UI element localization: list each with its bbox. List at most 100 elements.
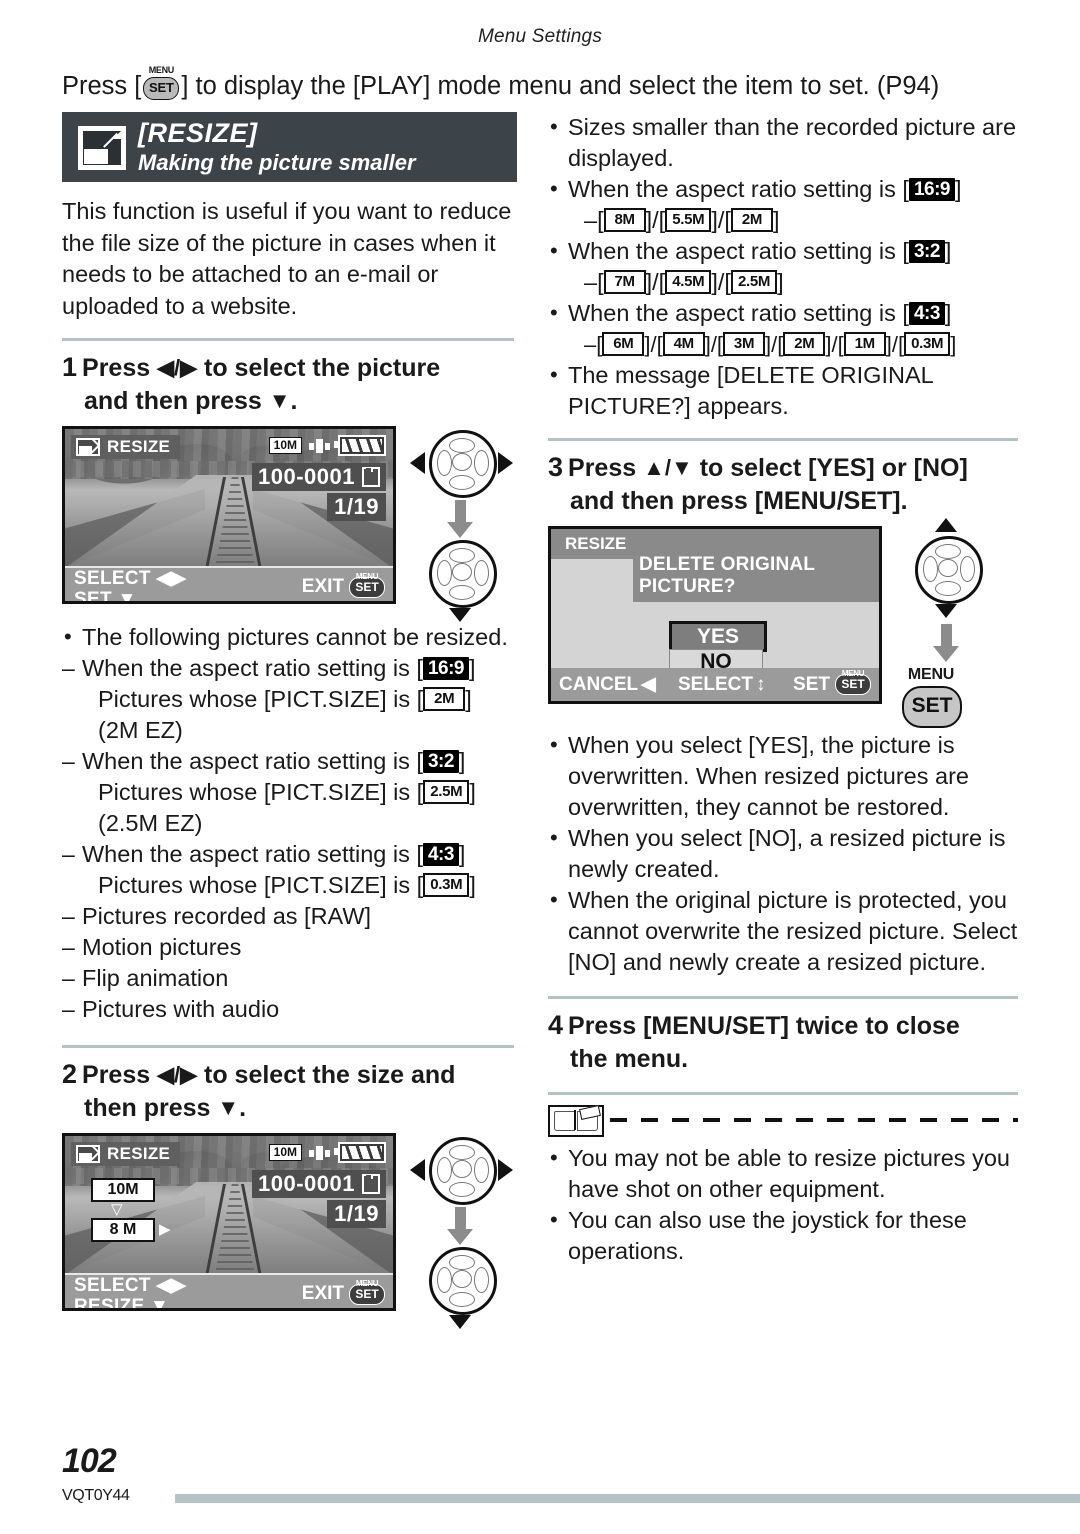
divider	[62, 338, 514, 341]
lcd-titlebar-2: RESIZE	[71, 1142, 181, 1166]
manual-page: Menu Settings Press [MENU SET] to display…	[0, 0, 1080, 1534]
lcd-title-3: RESIZE	[565, 534, 627, 553]
step-2-text-b: to select the size and	[197, 1061, 456, 1089]
quality-icon	[309, 1145, 331, 1161]
left-triangle-icon-1	[410, 452, 425, 474]
divider	[548, 996, 1018, 999]
resize-arrow-icon-2: ▼	[150, 1296, 170, 1311]
left-column: [RESIZE] Making the picture smaller This…	[62, 112, 517, 1329]
list-item: When the aspect ratio setting is [16:9]	[62, 653, 517, 684]
select-label-3: SELECT	[678, 673, 753, 695]
down-triangle-icon-2	[449, 1315, 471, 1329]
lcd-screen-2: RESIZE 10M 100-0001 1/19 10M ▽ 8 M ▶ SEL…	[62, 1133, 396, 1311]
list-item: When the aspect ratio setting is [4:3]	[548, 297, 1018, 329]
cursor-pad-group-2	[410, 1137, 513, 1329]
pixel-size-badge: 10M	[268, 437, 302, 454]
cursor-pad-group-3: MENU SET	[896, 518, 1006, 728]
cursor-pad-icon-3	[915, 536, 983, 604]
lcd-illustration-3: RESIZE DELETE ORIGINAL PICTURE? YES NO C…	[548, 518, 1018, 728]
list-item: You may not be able to resize pictures y…	[548, 1142, 1018, 1205]
step-4: 4 Press [MENU/SET] twice to close the men…	[548, 1009, 1018, 1076]
file-number-2: 100-0001	[252, 1170, 386, 1198]
list-item: When the aspect ratio setting is [16:9]	[548, 173, 1018, 205]
card-icon	[362, 467, 380, 487]
list-item: Sizes smaller than the recorded picture …	[548, 111, 1018, 174]
down-triangle-icon-1	[449, 608, 471, 622]
set-arrow-icon-1: ▼	[117, 589, 137, 604]
step-4-text-a: Press [MENU/SET] twice to close	[568, 1012, 960, 1040]
dialog-option-yes[interactable]: YES	[669, 621, 767, 652]
size-badge: 3M	[723, 332, 766, 356]
menu-set-pill-2: MENU SET	[349, 1279, 385, 1305]
list-item: When the aspect ratio setting is [3:2]	[548, 235, 1018, 267]
list-item: (2.5M EZ)	[98, 810, 203, 836]
size-badge: 2M	[783, 332, 826, 356]
file-number-text-1: 100-0001	[258, 464, 355, 489]
lcd-illustration-1: RESIZE 10M 100-0001 1/19 SELECT ◀▶ SET ▼	[62, 426, 517, 622]
size-badge: 7M	[603, 270, 646, 294]
list-item: –[6M]/[4M]/[3M]/[2M]/[1M]/[0.3M]	[584, 332, 957, 357]
running-head: Menu Settings	[477, 26, 603, 47]
menu-set-pill-3: MENU SET	[835, 669, 871, 695]
note-notes: You may not be able to resize pictures y…	[548, 1142, 1018, 1267]
list-item: You can also use the joystick for these …	[548, 1204, 1018, 1267]
list-item: (2M EZ)	[98, 717, 183, 743]
book-pen-icon	[548, 1105, 604, 1137]
step-2-number: 2	[62, 1059, 78, 1089]
frame-counter-1: 1/19	[327, 493, 386, 521]
down-flow-arrow-1	[447, 500, 473, 538]
lcd-footer-right-1: EXIT MENU SET	[302, 572, 385, 598]
battery-icon	[334, 435, 386, 456]
step-1-text-b: to select the picture	[197, 354, 441, 382]
size-badge: 6M	[602, 332, 645, 356]
down-flow-arrow-3	[933, 624, 959, 662]
dialog-message: DELETE ORIGINAL PICTURE?	[633, 551, 879, 602]
divider	[548, 438, 1018, 441]
list-item: When you select [NO], a resized picture …	[548, 822, 1018, 885]
card-icon	[362, 1174, 380, 1194]
right-triangle-icon-2	[498, 1159, 513, 1181]
step-2-text-d: .	[239, 1094, 247, 1122]
lcd-title-2: RESIZE	[107, 1144, 171, 1163]
size-down-arrow-icon: ▽	[111, 1201, 123, 1218]
section-title: [RESIZE]	[138, 118, 258, 148]
size-badge: 4.5M	[665, 270, 712, 294]
down-flow-arrow-2	[447, 1207, 473, 1245]
size-badge: 0.3M	[904, 332, 951, 356]
list-item: Pictures recorded as [RAW]	[62, 901, 517, 932]
step-3-text-b: to select [YES] or [NO]	[692, 454, 968, 482]
set-label: SET	[143, 77, 180, 100]
right-top-notes: Sizes smaller than the recorded picture …	[548, 111, 1018, 422]
set-label-3: SET	[793, 673, 830, 695]
lcd-illustration-2: RESIZE 10M 100-0001 1/19 10M ▽ 8 M ▶ SEL…	[62, 1133, 517, 1329]
size-selector-overlay: 10M ▽ 8 M ▶	[91, 1178, 181, 1242]
file-number-1: 100-0001	[252, 463, 386, 491]
size-badge: 0.3M	[423, 873, 470, 897]
menu-label-3: MENU	[907, 666, 955, 683]
size-badge: 4M	[662, 332, 705, 356]
resize-icon-small	[76, 1144, 101, 1163]
right-mid-notes: When you select [YES], the picture is ov…	[548, 729, 1018, 978]
right-triangle-icon-1	[498, 452, 513, 474]
model-code: VQT0Y44	[62, 1487, 130, 1504]
target-size-badge: 8 M	[91, 1218, 155, 1242]
size-badge: 2.5M	[423, 780, 470, 804]
step-4-text-b: the menu.	[570, 1045, 689, 1073]
step-1-text-d: .	[290, 387, 298, 415]
list-item: The message [DELETE ORIGINAL PICTURE?] a…	[548, 359, 1018, 422]
lcd-footer-right-2: EXIT MENU SET	[302, 1279, 385, 1305]
size-badge: 2.5M	[730, 270, 778, 294]
select-arrows-icon-3: ↕	[755, 673, 766, 695]
step-2: 2 Press ◀/▶ to select the size and then p…	[62, 1058, 517, 1125]
list-item: Pictures with audio	[62, 994, 517, 1025]
size-right-arrow-icon: ▶	[159, 1221, 171, 1238]
left-cannot-resize-list: The following pictures cannot be resized…	[62, 621, 517, 1025]
step-3-text-c: and then press [MENU/SET].	[570, 487, 908, 515]
intro-text-after: ] to display the [PLAY] mode menu and se…	[181, 72, 940, 100]
resize-label-2: RESIZE	[74, 1296, 145, 1311]
step-3: 3 Press ▲/▼ to select [YES] or [NO] and t…	[548, 451, 1018, 518]
aspect-badge: 16:9	[908, 178, 955, 201]
up-down-arrow-icon: ▲/▼	[643, 455, 693, 480]
section-subtitle: Making the picture smaller	[138, 150, 416, 175]
select-label-2: SELECT	[74, 1275, 151, 1296]
